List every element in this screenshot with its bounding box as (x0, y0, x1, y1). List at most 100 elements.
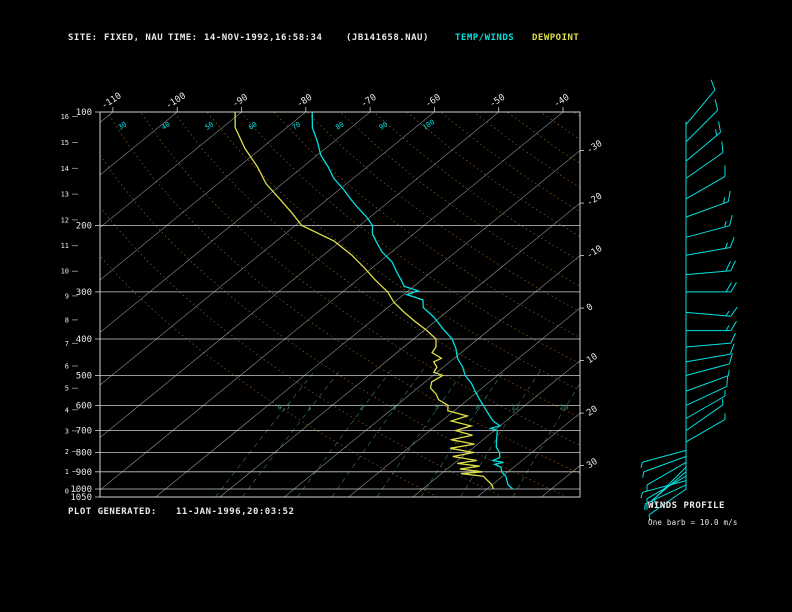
dry-adiabat-line (100, 206, 503, 497)
pressure-label: 1050 (70, 493, 92, 503)
adiabat-label: 90 (378, 120, 389, 131)
mixing-ratio-label: 1 (307, 403, 311, 411)
dry-adiabat-line (100, 255, 438, 497)
pressure-label: 500 (76, 372, 92, 382)
temperature-trace (311, 112, 514, 490)
height-label: 16 (61, 113, 69, 121)
mixing-ratio-label: 5 (434, 403, 438, 411)
wind-barb (685, 141, 724, 179)
wind-barb (686, 320, 737, 332)
dry-adiabat-line (273, 112, 580, 338)
winds-profile-title: WINDS PROFILE (648, 501, 725, 511)
height-label: 10 (61, 268, 69, 276)
height-label: 2 (65, 448, 69, 456)
plot-generated-label: PLOT GENERATED: (68, 507, 157, 517)
isotherm-line (100, 112, 371, 333)
right-temp-label: 30 (585, 457, 600, 471)
right-temp-label: -20 (585, 191, 604, 208)
height-label: 12 (61, 216, 69, 224)
right-temp-label: 20 (585, 404, 600, 418)
mixing-ratio-label: 3 (392, 403, 396, 411)
mixing-ratio-line (297, 368, 393, 497)
dry-adiabat-line (573, 112, 580, 117)
plot-generated-value: 11-JAN-1996,20:03:52 (176, 507, 295, 517)
mixing-ratio-label: 2 (359, 403, 363, 411)
adiabat-label: 40 (160, 120, 171, 131)
top-temp-label: -60 (424, 93, 443, 110)
height-label: 4 (65, 406, 69, 414)
dry-adiabat-line (240, 112, 580, 365)
wind-barb (686, 282, 737, 293)
wind-barb (685, 260, 736, 276)
dry-adiabat-line (740, 112, 792, 497)
dry-adiabat-line (173, 112, 580, 418)
wind-barb (685, 121, 721, 162)
wind-barb (685, 413, 726, 443)
dry-adiabat-line (540, 112, 580, 141)
wind-barb (685, 307, 738, 317)
pressure-label: 800 (76, 449, 92, 459)
adiabat-label: 50 (204, 120, 215, 131)
wind-barb (685, 390, 726, 419)
isotherm-line (100, 112, 178, 176)
dry-adiabat-line (106, 112, 580, 474)
dry-adiabat-line (440, 112, 580, 213)
dry-adiabat-line (607, 112, 792, 497)
mixing-ratio-line (512, 382, 580, 497)
isotherm-line (100, 112, 499, 438)
top-temp-label: -90 (231, 93, 250, 110)
adiabat-label: 100 (421, 118, 436, 132)
dry-adiabat-line (340, 112, 580, 287)
dry-adiabat-line (406, 112, 580, 237)
height-label: 0 (65, 488, 69, 496)
mixing-ratio-label: 8 (476, 403, 480, 411)
isotherm-line (100, 112, 242, 228)
isotherm-line (477, 412, 580, 497)
height-label: 6 (65, 363, 69, 371)
wind-barb (685, 398, 724, 432)
pressure-label: 200 (76, 222, 92, 232)
adiabat-label: 30 (117, 120, 128, 131)
right-temp-label: 10 (585, 352, 600, 366)
wind-barb (685, 375, 729, 406)
isotherm-line (541, 465, 580, 497)
wind-barb (685, 237, 735, 256)
height-label: 1 (65, 468, 69, 476)
dry-adiabat-line (373, 112, 580, 262)
mixing-ratio-line (241, 368, 342, 497)
adiabat-label: 60 (247, 120, 258, 131)
pressure-label: 600 (76, 401, 92, 411)
dry-adiabat-line (473, 112, 580, 189)
top-temp-label: -100 (164, 91, 188, 111)
top-temp-label: -50 (488, 93, 507, 110)
height-label: 9 (65, 292, 69, 300)
winds-barb-legend: One barb = 10.0 m/s (648, 518, 738, 527)
height-label: 15 (61, 139, 69, 147)
dry-adiabat-line (707, 112, 792, 497)
height-label: 7 (65, 340, 69, 348)
plot-frame (99, 111, 581, 498)
skewt-app-window: SITE: FIXED, NAU TIME: 14-NOV-1992,16:58… (0, 0, 792, 612)
dry-adiabat-line (100, 154, 568, 497)
plot-grid (100, 112, 792, 497)
top-temp-label: -40 (552, 93, 571, 110)
top-temp-label: -70 (359, 93, 378, 110)
height-label: 8 (65, 316, 69, 324)
mixing-ratio-line (376, 368, 466, 497)
mixing-ratio-label: 12 (511, 403, 519, 411)
dewpoint-trace (234, 112, 495, 490)
right-temp-label: -10 (585, 244, 604, 261)
pressure-label: 300 (76, 288, 92, 298)
isotherm-line (100, 112, 564, 491)
height-label: 11 (61, 242, 69, 250)
mixing-ratio-label: 20 (560, 403, 568, 411)
wind-barb (685, 214, 733, 238)
wind-barb (685, 165, 726, 200)
wind-barb (685, 353, 733, 376)
mixing-ratio-line (215, 368, 317, 497)
axis-labels: -110 -100 -90 -80 -70 -60 -50 -40-30-20-1001020… (61, 91, 605, 503)
pressure-label: 400 (76, 335, 92, 345)
dry-adiabat-line (506, 112, 580, 164)
height-label: 14 (61, 165, 69, 173)
pressure-label: 700 (76, 427, 92, 437)
